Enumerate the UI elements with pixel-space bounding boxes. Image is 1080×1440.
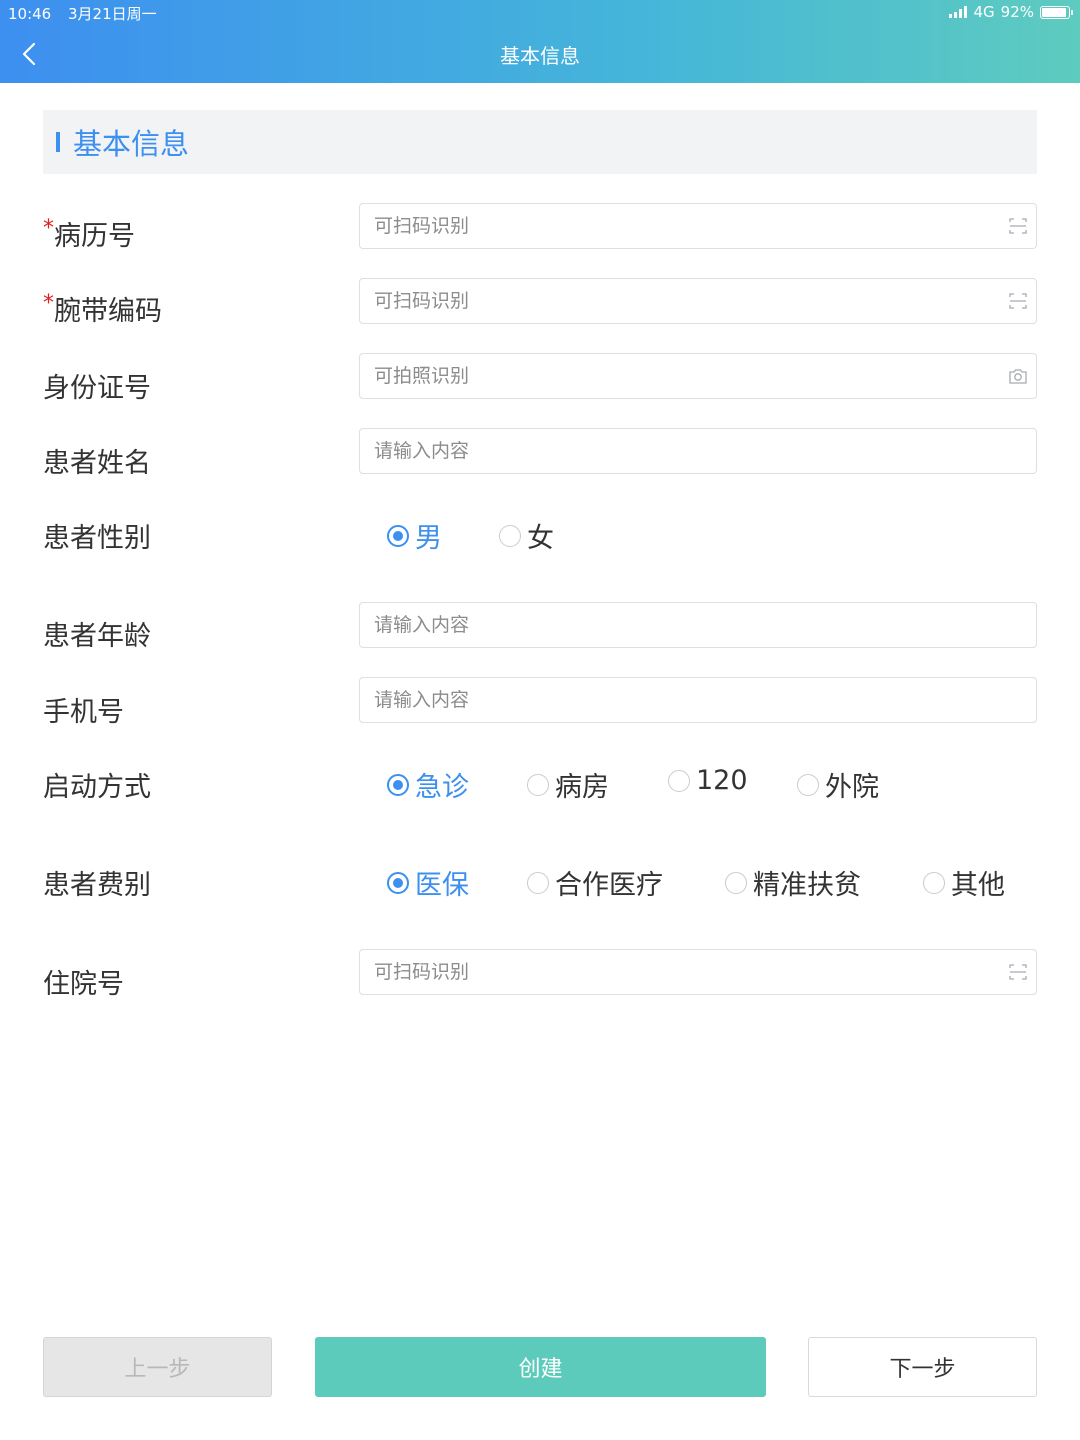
wristband-input[interactable]	[374, 290, 974, 312]
radio-unchecked-icon	[668, 769, 690, 792]
fee-type-option-insurance[interactable]: 医保	[387, 863, 469, 902]
radio-checked-icon	[387, 871, 409, 894]
fee-type-label: 患者费别	[43, 870, 151, 901]
gender-option-male[interactable]: 男	[387, 516, 442, 555]
scan-icon[interactable]	[1008, 216, 1028, 236]
patient-name-label: 患者姓名	[43, 448, 151, 479]
inpatient-number-input[interactable]	[374, 961, 974, 983]
radio-unchecked-icon	[527, 871, 549, 894]
radio-checked-icon	[387, 773, 409, 796]
fee-type-option-poverty[interactable]: 精准扶贫	[725, 863, 861, 902]
inpatient-number-field[interactable]	[359, 949, 1037, 995]
radio-label: 120	[696, 765, 748, 796]
phone-label: 手机号	[43, 697, 124, 728]
medical-record-field[interactable]	[359, 203, 1037, 249]
medical-record-input[interactable]	[374, 215, 974, 237]
medical-record-label: *病历号	[43, 214, 135, 253]
status-date: 3月21日周一	[68, 5, 157, 23]
gender-option-female[interactable]: 女	[499, 516, 554, 555]
fee-type-option-other[interactable]: 其他	[923, 863, 1005, 902]
prev-step-button[interactable]: 上一步	[43, 1337, 272, 1397]
fee-type-option-cooperative[interactable]: 合作医疗	[527, 863, 663, 902]
medical-record-label-text: 病历号	[54, 221, 135, 252]
wristband-field[interactable]	[359, 278, 1037, 324]
gender-label: 患者性别	[43, 523, 151, 554]
inpatient-number-label: 住院号	[43, 969, 124, 1000]
wristband-label: *腕带编码	[43, 289, 162, 328]
battery-icon	[1040, 5, 1073, 19]
status-time: 10:46	[8, 5, 52, 23]
id-number-input[interactable]	[374, 365, 974, 387]
section-header: 基本信息	[43, 110, 1037, 174]
id-number-label: 身份证号	[43, 373, 151, 404]
radio-label: 男	[415, 523, 442, 554]
start-mode-option-emergency[interactable]: 急诊	[387, 765, 469, 804]
patient-name-field[interactable]	[359, 428, 1037, 474]
start-mode-option-external[interactable]: 外院	[797, 765, 879, 804]
age-input[interactable]	[374, 614, 974, 636]
page-title: 基本信息	[500, 44, 580, 68]
id-number-field[interactable]	[359, 353, 1037, 399]
battery-percent: 92%	[1000, 3, 1034, 21]
radio-unchecked-icon	[797, 773, 819, 796]
phone-input[interactable]	[374, 689, 974, 711]
age-label: 患者年龄	[43, 621, 151, 652]
status-bar-right: 4G 92%	[949, 3, 1073, 21]
radio-label: 精准扶贫	[753, 870, 861, 901]
required-mark: *	[43, 216, 54, 241]
section-title: 基本信息	[73, 127, 190, 161]
required-mark: *	[43, 291, 54, 316]
radio-label: 医保	[415, 870, 469, 901]
start-mode-label: 启动方式	[43, 772, 151, 803]
start-mode-option-120[interactable]: 120	[668, 765, 748, 796]
phone-field[interactable]	[359, 677, 1037, 723]
create-button[interactable]: 创建	[315, 1337, 766, 1397]
radio-unchecked-icon	[527, 773, 549, 796]
radio-label: 病房	[555, 772, 609, 803]
scan-icon[interactable]	[1008, 962, 1028, 982]
radio-unchecked-icon	[923, 871, 945, 894]
radio-checked-icon	[387, 524, 409, 547]
radio-label: 急诊	[415, 772, 469, 803]
patient-name-input[interactable]	[374, 440, 974, 462]
app-header: 10:46 3月21日周一 4G 92% 基本信息	[0, 0, 1080, 83]
network-type: 4G	[973, 3, 995, 21]
age-field[interactable]	[359, 602, 1037, 648]
next-step-button[interactable]: 下一步	[808, 1337, 1037, 1397]
section-accent-bar	[56, 132, 60, 152]
scan-icon[interactable]	[1008, 291, 1028, 311]
signal-icon	[949, 6, 968, 18]
radio-label: 女	[527, 523, 554, 554]
radio-label: 外院	[825, 772, 879, 803]
radio-label: 其他	[951, 870, 1005, 901]
start-mode-option-ward[interactable]: 病房	[527, 765, 609, 804]
wristband-label-text: 腕带编码	[54, 296, 162, 327]
status-bar-left: 10:46 3月21日周一	[8, 3, 169, 24]
radio-unchecked-icon	[499, 524, 521, 547]
radio-unchecked-icon	[725, 871, 747, 894]
radio-label: 合作医疗	[555, 870, 663, 901]
camera-icon[interactable]	[1008, 366, 1028, 386]
